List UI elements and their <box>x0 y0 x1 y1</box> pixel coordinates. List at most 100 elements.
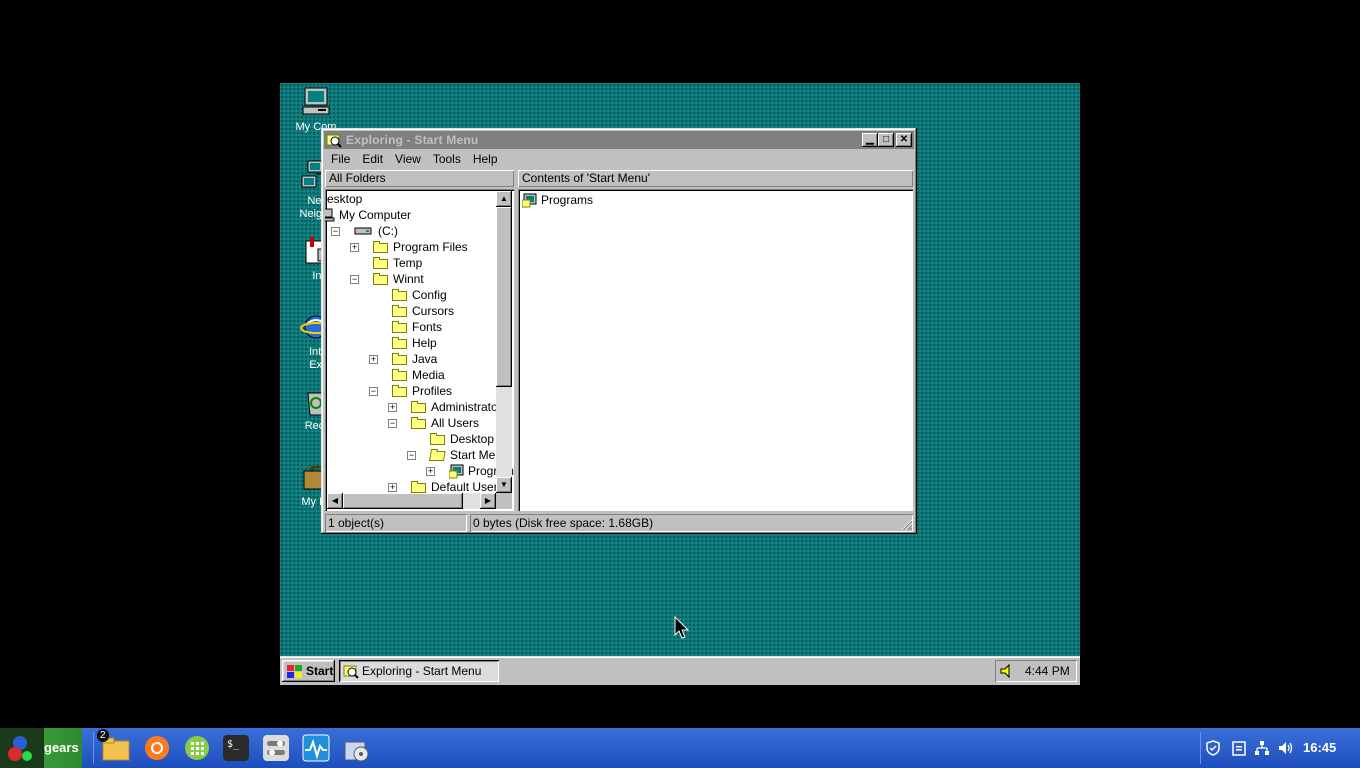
terminal-launcher[interactable]: $_ <box>222 734 250 762</box>
tree-item[interactable]: esktop <box>327 191 362 207</box>
folder-icon <box>373 273 389 285</box>
collapse-icon[interactable]: − <box>407 451 416 460</box>
minimize-icon: ▁ <box>866 134 874 145</box>
collapse-icon[interactable]: − <box>331 227 340 236</box>
tree-vertical-scrollbar[interactable]: ▲ ▼ <box>496 191 512 493</box>
scroll-left-button[interactable]: ◀ <box>327 493 343 509</box>
settings-launcher[interactable] <box>262 734 290 762</box>
scroll-thumb[interactable] <box>496 207 512 387</box>
tree-item[interactable]: Cursors <box>392 303 454 319</box>
expand-icon[interactable]: + <box>388 483 397 492</box>
gears-logo-icon <box>8 736 32 761</box>
notification-badge: 2 <box>97 729 109 742</box>
menu-edit[interactable]: Edit <box>356 150 389 168</box>
file-manager-launcher[interactable]: 2 <box>97 729 130 762</box>
volume-icon[interactable] <box>1278 740 1294 756</box>
task-explorer[interactable]: Exploring - Start Menu <box>339 660 499 682</box>
host-menu-label: gears <box>44 740 79 755</box>
contents-pane[interactable]: Programs <box>518 189 913 511</box>
status-object-count: 1 object(s) <box>325 514 467 532</box>
mouse-cursor-icon <box>674 616 690 639</box>
tree-item[interactable]: My Computer <box>325 207 411 223</box>
tree-item[interactable]: Profiles <box>392 383 452 399</box>
folder-icon <box>392 289 408 301</box>
resize-grip-icon[interactable] <box>901 519 913 531</box>
firefox-launcher[interactable] <box>143 734 171 762</box>
tree-item[interactable]: Winnt <box>373 271 424 287</box>
tree-item[interactable]: Desktop <box>430 431 494 447</box>
vm-screen: My Com Netw Neighbo Inb Inter Expl Recyc… <box>280 83 1080 685</box>
window-title: Exploring - Start Menu <box>346 133 479 147</box>
start-label: Start <box>306 664 334 678</box>
windows-logo-icon <box>287 665 302 678</box>
tree-item-label: Config <box>412 288 447 302</box>
system-tray: 4:44 PM <box>995 660 1077 682</box>
window-titlebar[interactable]: Exploring - Start Menu ▁ □ ✕ <box>324 131 914 149</box>
list-item[interactable]: Programs <box>522 192 593 208</box>
expand-icon[interactable]: + <box>350 243 359 252</box>
spreadsheet-launcher[interactable] <box>183 734 211 762</box>
tree-item[interactable]: Fonts <box>392 319 442 335</box>
folder-icon <box>392 385 408 397</box>
tree-item[interactable]: Help <box>392 335 437 351</box>
menu-bar: File Edit View Tools Help <box>325 150 913 168</box>
scroll-thumb-horizontal[interactable] <box>343 493 463 509</box>
expand-icon[interactable]: + <box>426 467 435 476</box>
guest-taskbar: Start Exploring - Start Menu 4:44 PM <box>280 656 1080 685</box>
tree-item[interactable]: All Users <box>411 415 479 431</box>
folder-icon <box>392 305 408 317</box>
folder-tree[interactable]: esktop My Computer (C:) − Program Files + Temp… <box>325 189 514 511</box>
clipboard-icon[interactable] <box>1231 740 1247 756</box>
tree-item-label: Administrator <box>431 400 502 414</box>
system-monitor-icon <box>302 734 330 762</box>
menu-tools[interactable]: Tools <box>427 150 467 168</box>
tree-item[interactable]: Java <box>392 351 437 367</box>
tree-item[interactable]: Config <box>392 287 447 303</box>
scroll-corner <box>496 493 512 509</box>
collapse-icon[interactable]: − <box>388 419 397 428</box>
menu-help[interactable]: Help <box>467 150 504 168</box>
folder-icon <box>392 321 408 333</box>
tree-item-label: Profiles <box>412 384 453 398</box>
tree-item[interactable]: Media <box>392 367 445 383</box>
scroll-up-button[interactable]: ▲ <box>496 191 512 207</box>
my-computer-icon <box>300 86 332 118</box>
folder-open-icon <box>429 449 447 461</box>
menu-view[interactable]: View <box>389 150 427 168</box>
maximize-button[interactable]: □ <box>878 133 894 147</box>
collapse-icon[interactable]: − <box>350 275 359 284</box>
expand-icon[interactable]: + <box>388 403 397 412</box>
tree-horizontal-scrollbar[interactable]: ◀ ▶ <box>327 493 496 509</box>
expand-icon[interactable]: + <box>369 355 378 364</box>
explorer-window[interactable]: Exploring - Start Menu ▁ □ ✕ File Edit V… <box>321 128 917 534</box>
close-button[interactable]: ✕ <box>896 133 912 147</box>
scroll-down-button[interactable]: ▼ <box>496 477 512 493</box>
minimize-button[interactable]: ▁ <box>862 133 878 147</box>
tree-item[interactable]: (C:) <box>354 223 398 239</box>
arrow-left-icon: ◀ <box>331 496 339 505</box>
host-menu-button[interactable]: gears <box>0 728 82 768</box>
system-monitor-launcher[interactable] <box>302 734 330 762</box>
shield-icon[interactable] <box>1205 740 1221 756</box>
tree-item[interactable]: Administrator <box>411 399 502 415</box>
tree-item[interactable]: Temp <box>373 255 422 271</box>
speaker-icon[interactable] <box>999 663 1015 679</box>
arrow-up-icon: ▲ <box>500 194 508 203</box>
menu-file[interactable]: File <box>325 150 356 168</box>
terminal-icon: $_ <box>223 735 249 761</box>
start-button[interactable]: Start <box>282 660 335 682</box>
scroll-right-button[interactable]: ▶ <box>480 493 496 509</box>
package-manager-launcher[interactable] <box>342 734 370 762</box>
package-manager-icon <box>344 741 369 762</box>
folder-icon <box>392 337 408 349</box>
explorer-icon <box>326 134 342 148</box>
tree-item-label: (C:) <box>378 224 398 238</box>
collapse-icon[interactable]: − <box>369 387 378 396</box>
network-icon[interactable] <box>1254 740 1270 756</box>
tree-item[interactable]: Program Files <box>373 239 468 255</box>
tree-item-label: Winnt <box>393 272 424 286</box>
folder-icon <box>411 401 427 413</box>
tree-item-label: Desktop <box>450 432 495 446</box>
tree-item-label: Program Files <box>393 240 468 254</box>
desktop-icon-my-computer[interactable]: My Com <box>281 86 351 134</box>
